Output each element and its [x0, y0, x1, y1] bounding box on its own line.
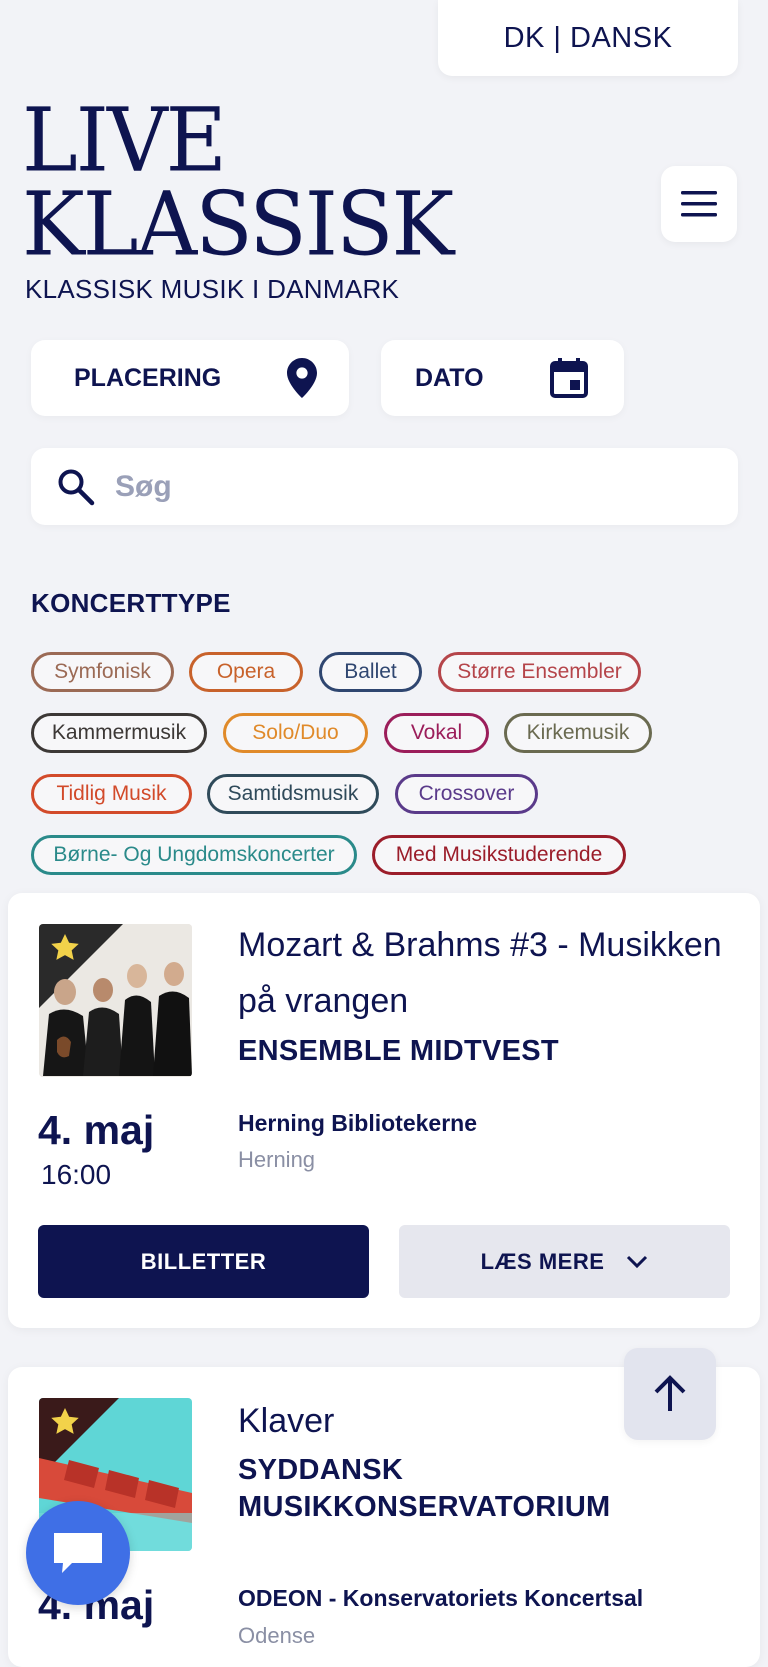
chip-kammermusik[interactable]: Kammermusik	[31, 713, 207, 753]
chip-tidlig-musik[interactable]: Tidlig Musik	[31, 774, 192, 814]
chip-opera[interactable]: Opera	[189, 652, 303, 692]
location-filter-button[interactable]: PLACERING	[31, 340, 349, 416]
chat-icon	[54, 1533, 102, 1573]
tickets-button[interactable]: BILLETTER	[38, 1225, 369, 1298]
chip-stoerre-ensembler[interactable]: Større Ensembler	[438, 652, 641, 692]
calendar-icon	[550, 358, 588, 398]
chip-crossover[interactable]: Crossover	[395, 774, 538, 814]
event-date: 4. maj	[38, 1107, 155, 1153]
chip-kirkemusik[interactable]: Kirkemusik	[504, 713, 652, 753]
event-venue: Herning Bibliotekerne	[238, 1110, 477, 1136]
site-logo[interactable]: LIVE KLASSISK	[22, 88, 454, 268]
logo-line-1: LIVE	[22, 88, 227, 192]
chip-samtidsmusik[interactable]: Samtidsmusik	[207, 774, 379, 814]
chevron-down-icon	[627, 1255, 648, 1268]
event-organizer-line-2: MUSIKKONSERVATORIUM	[238, 1491, 611, 1523]
event-city: Herning	[238, 1147, 316, 1172]
chip-boerne-ungdomskoncerter[interactable]: Børne- Og Ungdomskoncerter	[31, 835, 357, 875]
location-pin-icon	[287, 358, 317, 398]
chip-med-musikstuderende[interactable]: Med Musikstuderende	[372, 835, 626, 875]
event-image[interactable]	[39, 924, 192, 1077]
event-time: 16:00	[41, 1159, 112, 1190]
chip-solo-duo[interactable]: Solo/Duo	[223, 713, 368, 753]
tickets-label: BILLETTER	[140, 1248, 267, 1274]
search-input[interactable]	[113, 468, 677, 505]
event-card[interactable]: Mozart & Brahms #3 - Musikken på vrangen…	[8, 893, 760, 1328]
scroll-to-top-button[interactable]	[624, 1348, 716, 1440]
read-more-button[interactable]: LÆS MERE	[399, 1225, 730, 1298]
search-icon	[58, 469, 95, 505]
site-tagline: KLASSISK MUSIK I DANMARK	[25, 274, 400, 304]
search-bar[interactable]	[31, 448, 738, 525]
location-filter-label: PLACERING	[74, 363, 222, 392]
event-city: Odense	[238, 1623, 316, 1648]
event-organizer: ENSEMBLE MIDTVEST	[238, 1035, 559, 1067]
star-icon	[51, 934, 79, 960]
language-label: DK | DANSK	[503, 21, 673, 54]
chip-ballet[interactable]: Ballet	[319, 652, 422, 692]
chip-vokal[interactable]: Vokal	[384, 713, 489, 753]
chip-symfonisk[interactable]: Symfonisk	[31, 652, 174, 692]
language-selector[interactable]: DK | DANSK	[438, 0, 738, 76]
menu-button[interactable]	[661, 166, 737, 242]
date-filter-label: DATO	[415, 363, 484, 392]
star-icon	[51, 1408, 79, 1434]
event-venue: ODEON - Konservatoriets Koncertsal	[238, 1585, 644, 1611]
read-more-label: LÆS MERE	[480, 1248, 605, 1274]
logo-line-2: KLASSISK	[22, 172, 454, 276]
arrow-up-icon	[654, 1375, 686, 1411]
chat-button[interactable]	[26, 1501, 130, 1605]
event-organizer-line-1: SYDDANSK	[238, 1454, 404, 1486]
date-filter-button[interactable]: DATO	[381, 340, 624, 416]
menu-icon	[681, 191, 717, 217]
concert-type-title: KONCERTTYPE	[31, 588, 231, 618]
event-title[interactable]: Mozart & Brahms #3 - Musikken på vrangen	[238, 917, 738, 1029]
